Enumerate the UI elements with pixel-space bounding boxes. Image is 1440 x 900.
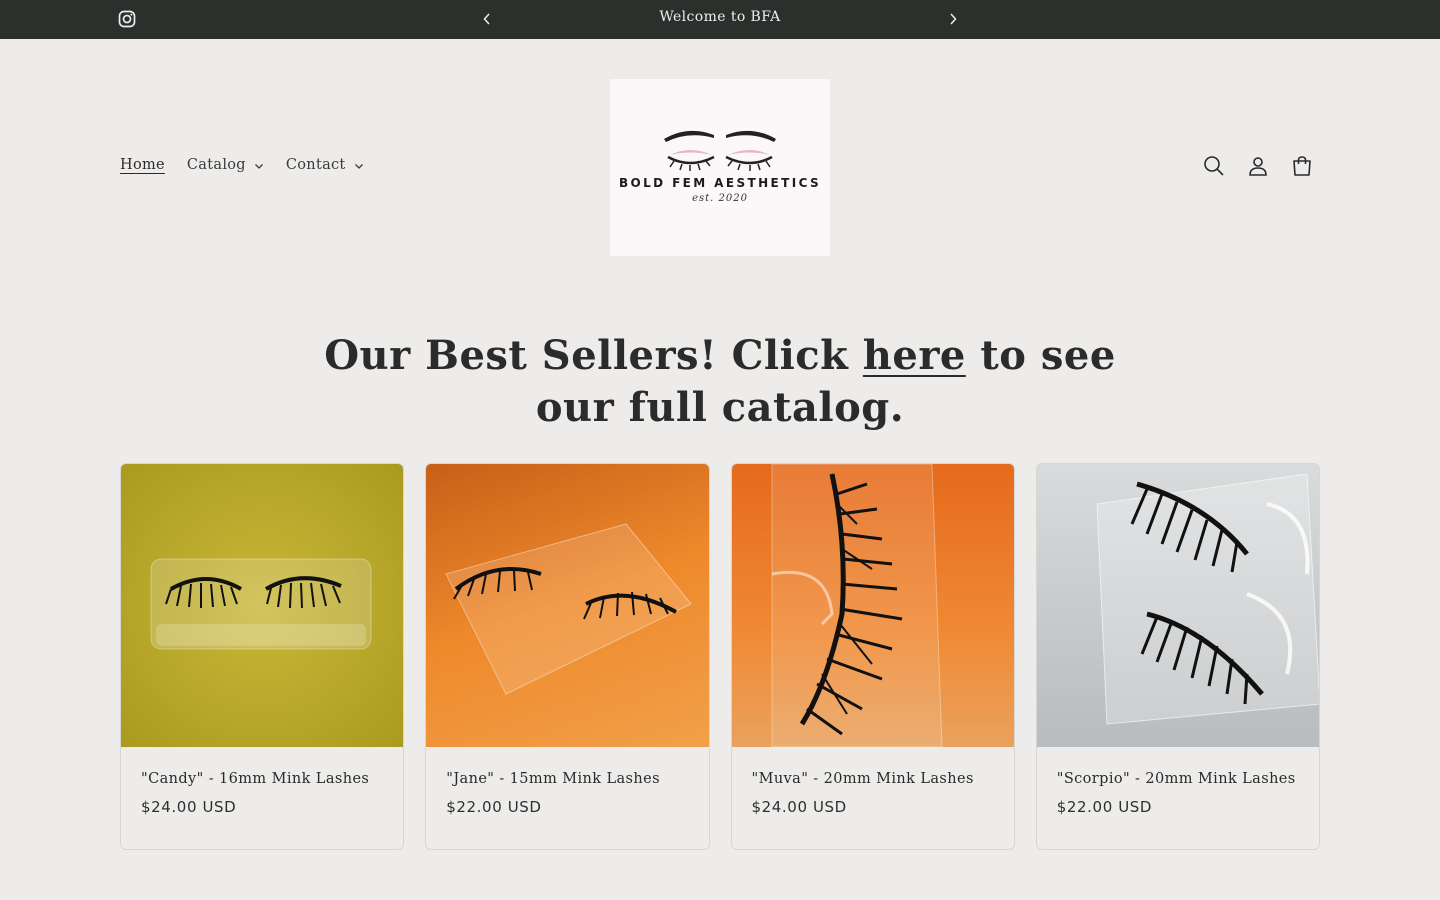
product-grid: "Candy" - 16mm Mink Lashes $24.00 USD "J… xyxy=(120,463,1320,850)
header-icons xyxy=(1201,153,1333,179)
product-image[interactable] xyxy=(121,464,404,747)
nav-item-contact[interactable]: Contact xyxy=(286,157,364,173)
product-info: "Scorpio" - 20mm Mink Lashes $22.00 USD xyxy=(1037,747,1319,816)
announcement-text: Welcome to BFA xyxy=(659,9,781,25)
site-header: Home Catalog Contact BOLD FEM AESTHETICS… xyxy=(0,39,1440,279)
product-card[interactable]: "Jane" - 15mm Mink Lashes $22.00 USD xyxy=(425,463,710,850)
product-price: $22.00 USD xyxy=(1056,798,1153,816)
product-card[interactable]: "Scorpio" - 20mm Mink Lashes $22.00 USD xyxy=(1035,463,1320,850)
product-title[interactable]: "Scorpio" - 20mm Mink Lashes xyxy=(1057,771,1299,787)
product-image[interactable] xyxy=(1036,464,1319,747)
announcement-bar: Welcome to BFA xyxy=(0,0,1440,39)
product-card[interactable]: "Muva" - 20mm Mink Lashes $24.00 USD xyxy=(730,463,1015,850)
product-info: "Jane" - 15mm Mink Lashes $22.00 USD xyxy=(426,747,708,816)
account-icon[interactable] xyxy=(1245,153,1271,179)
main-nav: Home Catalog Contact xyxy=(120,157,386,173)
lashes-logo-graphic xyxy=(664,130,776,171)
product-info: "Muva" - 20mm Mink Lashes $24.00 USD xyxy=(732,747,1014,816)
product-card[interactable]: "Candy" - 16mm Mink Lashes $24.00 USD xyxy=(120,463,405,850)
nav-item-home[interactable]: Home xyxy=(120,157,165,173)
logo-brand-text: BOLD FEM AESTHETICS xyxy=(618,176,822,190)
product-image[interactable] xyxy=(426,464,709,747)
nav-item-label: Catalog xyxy=(186,157,246,173)
logo-est-text: est. 2020 xyxy=(692,193,748,204)
section-heading: Our Best Sellers! Click here to see our … xyxy=(320,330,1120,434)
site-logo[interactable]: BOLD FEM AESTHETICS est. 2020 xyxy=(610,79,830,256)
product-price: $24.00 USD xyxy=(751,798,847,816)
chevron-left-icon[interactable] xyxy=(479,11,495,27)
product-title[interactable]: "Muva" - 20mm Mink Lashes xyxy=(752,771,994,787)
product-info: "Candy" - 16mm Mink Lashes $24.00 USD xyxy=(121,747,403,816)
product-price: $24.00 USD xyxy=(141,798,237,816)
chevron-down-icon xyxy=(354,164,363,169)
cart-icon[interactable] xyxy=(1289,153,1315,179)
instagram-icon[interactable] xyxy=(118,10,136,28)
chevron-down-icon xyxy=(254,164,263,169)
product-image[interactable] xyxy=(731,464,1014,747)
nav-item-label: Contact xyxy=(285,157,346,173)
search-icon[interactable] xyxy=(1201,153,1227,179)
chevron-right-icon[interactable] xyxy=(945,11,961,27)
heading-text-before: Our Best Sellers! Click xyxy=(324,332,863,379)
product-price: $22.00 USD xyxy=(446,798,542,816)
nav-item-label: Home xyxy=(120,157,165,173)
catalog-link[interactable]: here xyxy=(863,332,966,379)
nav-item-catalog[interactable]: Catalog xyxy=(187,157,264,173)
product-title[interactable]: "Jane" - 15mm Mink Lashes xyxy=(446,771,688,787)
product-title[interactable]: "Candy" - 16mm Mink Lashes xyxy=(141,771,383,787)
